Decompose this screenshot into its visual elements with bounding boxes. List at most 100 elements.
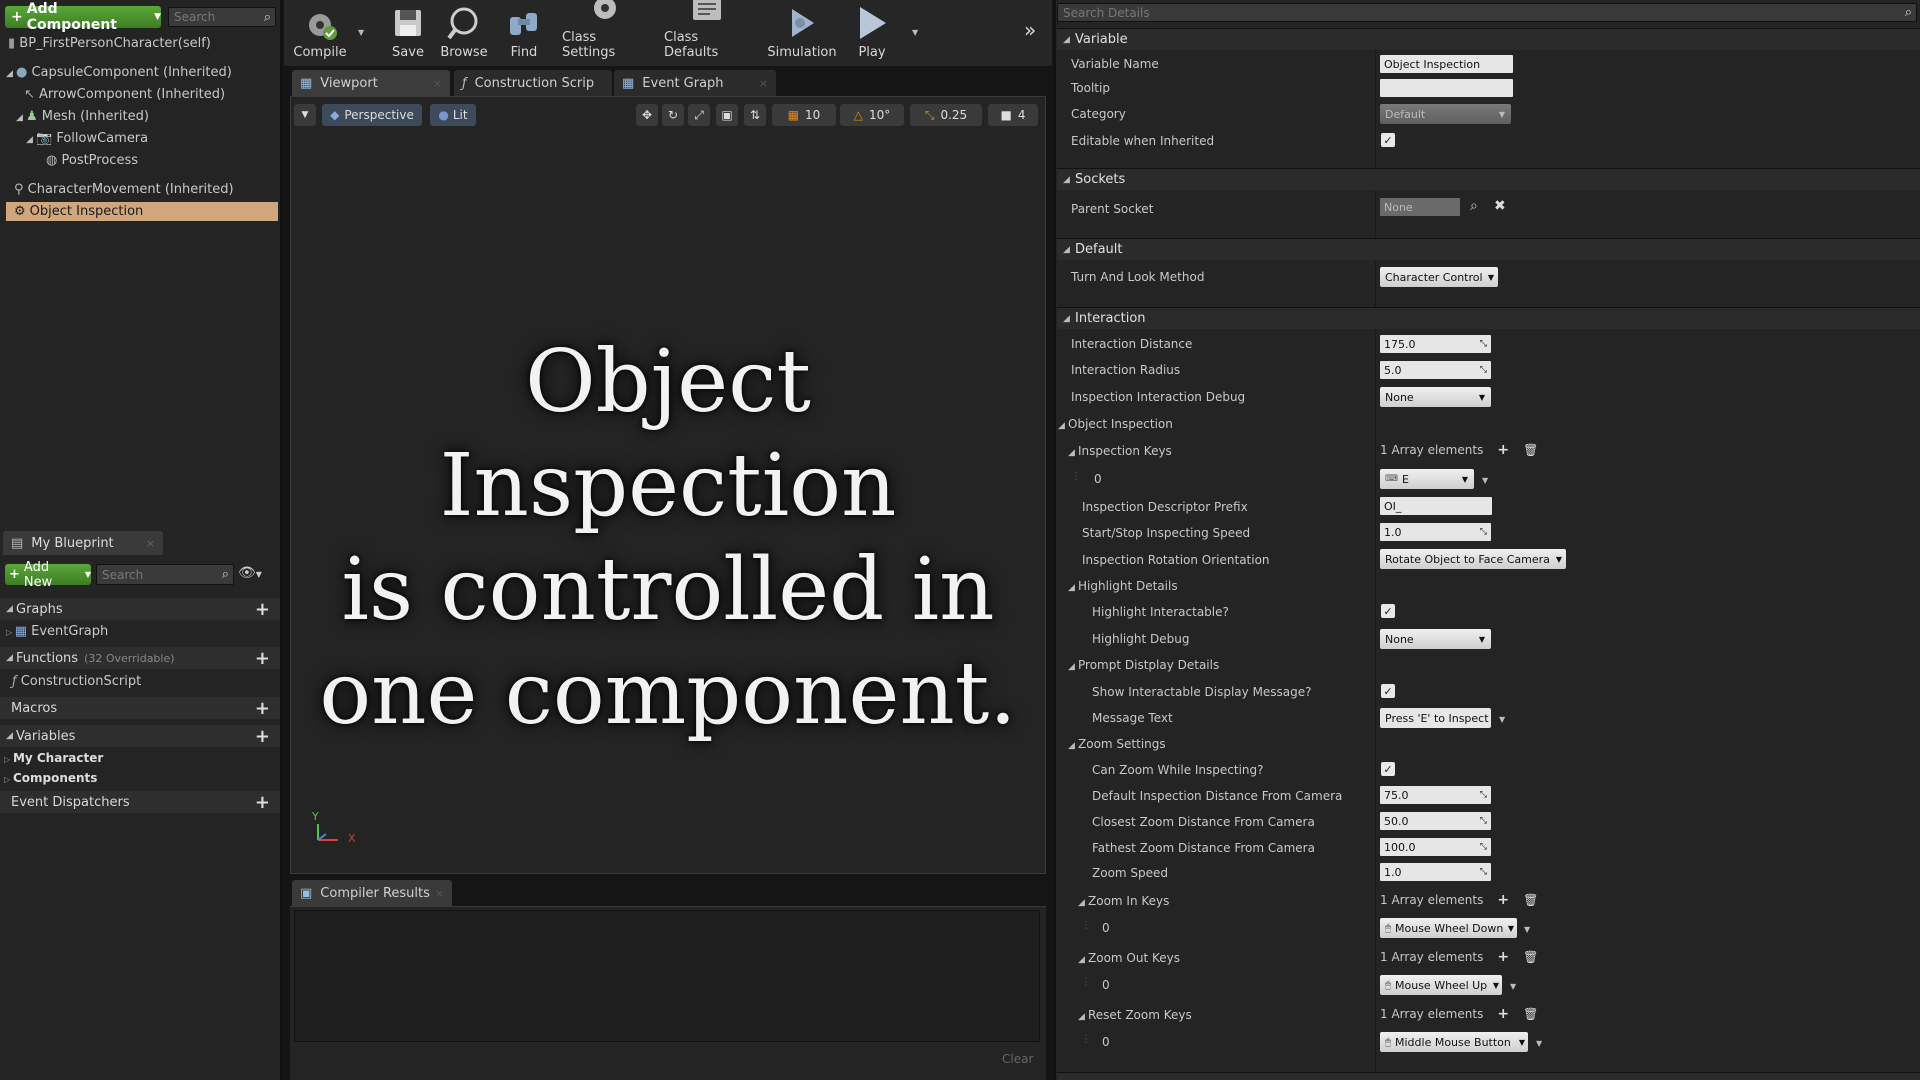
add-component-button[interactable]: + Add Component ▼ [5,1,161,33]
highlight-debug-dropdown[interactable]: None ▼ [1380,629,1491,649]
add-element-icon[interactable]: + [1497,442,1509,458]
scale-snap-button[interactable]: ⤡ 0.25 [910,104,982,126]
zoom-settings-group[interactable]: ◢ Zoom Settings [1068,737,1166,751]
add-variable-icon[interactable]: + [255,726,270,747]
default-distance-field[interactable]: 75.0 ⤡ [1380,786,1491,804]
interaction-distance-field[interactable]: 175.0 ⤡ [1380,335,1491,353]
component-search-input[interactable]: Search ⌕ [168,7,276,27]
save-button[interactable]: Save [388,0,428,64]
drag-handle-icon[interactable]: ⋮ [1081,977,1091,988]
add-macro-icon[interactable]: + [255,698,270,719]
message-options-arrow-icon[interactable]: ▼ [1499,715,1505,724]
compile-options-arrow-icon[interactable]: ▼ [358,28,364,37]
trash-icon[interactable]: 🗑 [1523,443,1538,457]
variable-name-field[interactable]: Object Inspection [1380,55,1513,73]
browse-button[interactable]: Browse [438,0,490,64]
play-button[interactable]: Play [850,0,894,64]
scale-tool-icon[interactable]: ⤢ [688,104,710,126]
my-character-category[interactable]: ▷ My Character [4,751,103,765]
element-options-arrow-icon[interactable]: ▼ [1510,982,1516,991]
tab-viewport[interactable]: ▦ Viewport × [292,70,450,96]
clear-socket-icon[interactable]: ✖ [1494,198,1506,214]
tooltip-field[interactable] [1380,79,1513,97]
closest-zoom-field[interactable]: 50.0 ⤡ [1380,812,1491,830]
inspection-debug-dropdown[interactable]: None ▼ [1380,387,1491,407]
close-icon[interactable]: × [435,887,444,900]
element-options-arrow-icon[interactable]: ▼ [1524,925,1530,934]
class-defaults-button[interactable]: Class Defaults [664,0,750,64]
tree-item-capsule[interactable]: ◢ ● CapsuleComponent (Inherited) [6,65,232,80]
spin-arrows-icon[interactable]: ⤡ [1480,339,1487,349]
compile-button[interactable]: Compile [292,0,348,64]
rotation-orientation-dropdown[interactable]: Rotate Object to Face Camera ▼ [1380,549,1566,569]
zoom-speed-field[interactable]: 1.0 ⤡ [1380,863,1491,881]
my-blueprint-tab[interactable]: ▤ My Blueprint × [3,531,163,555]
add-element-icon[interactable]: + [1497,949,1509,965]
compiler-output-area[interactable] [294,910,1040,1042]
translate-tool-icon[interactable]: ✥ [636,104,658,126]
spin-arrows-icon[interactable]: ⤡ [1480,867,1487,877]
tree-item-follow-camera[interactable]: ◢ 📷 FollowCamera [26,131,148,146]
simulation-button[interactable]: Simulation [767,0,837,64]
surface-snap-icon[interactable]: ⇅ [744,104,766,126]
tab-compiler-results[interactable]: ▣ Compiler Results × [292,880,452,906]
close-icon[interactable]: × [759,77,768,90]
turn-look-method-dropdown[interactable]: Character Control ▼ [1380,267,1498,287]
tree-item-postprocess[interactable]: ◍ PostProcess [46,153,138,168]
tab-construction-script[interactable]: ƒ Construction Scrip [454,70,612,96]
add-element-icon[interactable]: + [1497,1006,1509,1022]
spin-arrows-icon[interactable]: ⤡ [1480,816,1487,826]
element-options-arrow-icon[interactable]: ▼ [1536,1039,1542,1048]
parent-socket-field[interactable]: None [1380,198,1460,216]
zoom-out-keys-label[interactable]: ◢ Zoom Out Keys [1078,951,1180,965]
inspection-key-dropdown[interactable]: ⌨ E ▼ [1380,469,1474,489]
tree-item-mesh[interactable]: ◢ ♟ Mesh (Inherited) [16,109,149,124]
tree-item-object-inspection[interactable]: ⚙ Object Inspection [6,202,278,221]
components-category[interactable]: ▷ Components [4,771,97,785]
show-message-checkbox[interactable]: ✓ [1381,684,1395,698]
section-interaction[interactable]: ◢ Interaction [1057,307,1920,329]
add-graph-icon[interactable]: + [255,599,270,620]
details-column-divider[interactable] [1375,50,1376,1080]
construction-script-item[interactable]: ƒ ConstructionScript [12,674,141,689]
find-button[interactable]: Find [502,0,546,64]
viewport-options-button[interactable]: ▼ [294,104,316,126]
grid-snap-button[interactable]: ▦ 10 [772,104,836,126]
add-element-icon[interactable]: + [1497,892,1509,908]
category-dropdown[interactable]: Default ▼ [1380,104,1511,124]
tree-item-character-movement[interactable]: ⚲ CharacterMovement (Inherited) [14,182,234,197]
rotate-tool-icon[interactable]: ↻ [662,104,684,126]
event-dispatchers-header[interactable]: Event Dispatchers + [0,791,280,813]
message-text-field[interactable]: Press 'E' to Inspect [1380,708,1491,728]
zoom-in-keys-label[interactable]: ◢ Zoom In Keys [1078,894,1169,908]
variables-header[interactable]: ◢ Variables + [0,725,280,747]
play-options-arrow-icon[interactable]: ▼ [912,28,918,37]
farthest-zoom-field[interactable]: 100.0 ⤡ [1380,838,1491,856]
spin-arrows-icon[interactable]: ⤡ [1480,790,1487,800]
world-space-icon[interactable]: ▣ [716,104,738,126]
toolbar-overflow-icon[interactable]: » [1024,18,1036,42]
functions-header[interactable]: ◢ Functions (32 Overridable) + [0,647,280,669]
prompt-display-details-group[interactable]: ◢ Prompt Distplay Details [1068,658,1219,672]
element-options-arrow-icon[interactable]: ▼ [1482,476,1488,485]
object-inspection-group[interactable]: ◢ Object Inspection [1058,417,1173,431]
details-search-input[interactable]: Search Details ⌕ [1057,3,1917,22]
lit-button[interactable]: ● Lit [430,104,476,126]
zoom-in-key-dropdown[interactable]: 🖱 Mouse Wheel Down ▼ [1380,918,1517,938]
section-variable[interactable]: ◢ Variable [1057,28,1920,50]
class-settings-button[interactable]: Class Settings [562,0,648,64]
tab-event-graph[interactable]: ▦ Event Graph × [614,70,776,96]
event-graph-item[interactable]: ▷ ▦ EventGraph [6,624,108,639]
highlight-interactable-checkbox[interactable]: ✓ [1381,604,1395,618]
clear-button[interactable]: Clear [1002,1052,1033,1066]
add-function-icon[interactable]: + [255,648,270,669]
inspection-keys-label[interactable]: ◢ Inspection Keys [1068,444,1172,458]
section-sockets[interactable]: ◢ Sockets [1057,168,1920,190]
trash-icon[interactable]: 🗑 [1523,893,1538,907]
drag-handle-icon[interactable]: ⋮ [1081,1034,1091,1045]
trash-icon[interactable]: 🗑 [1523,1007,1538,1021]
add-dispatcher-icon[interactable]: + [255,792,270,813]
can-zoom-checkbox[interactable]: ✓ [1381,762,1395,776]
graphs-header[interactable]: ◢ Graphs + [0,598,280,620]
component-root[interactable]: ▮ BP_FirstPersonCharacter(self) [8,36,211,51]
